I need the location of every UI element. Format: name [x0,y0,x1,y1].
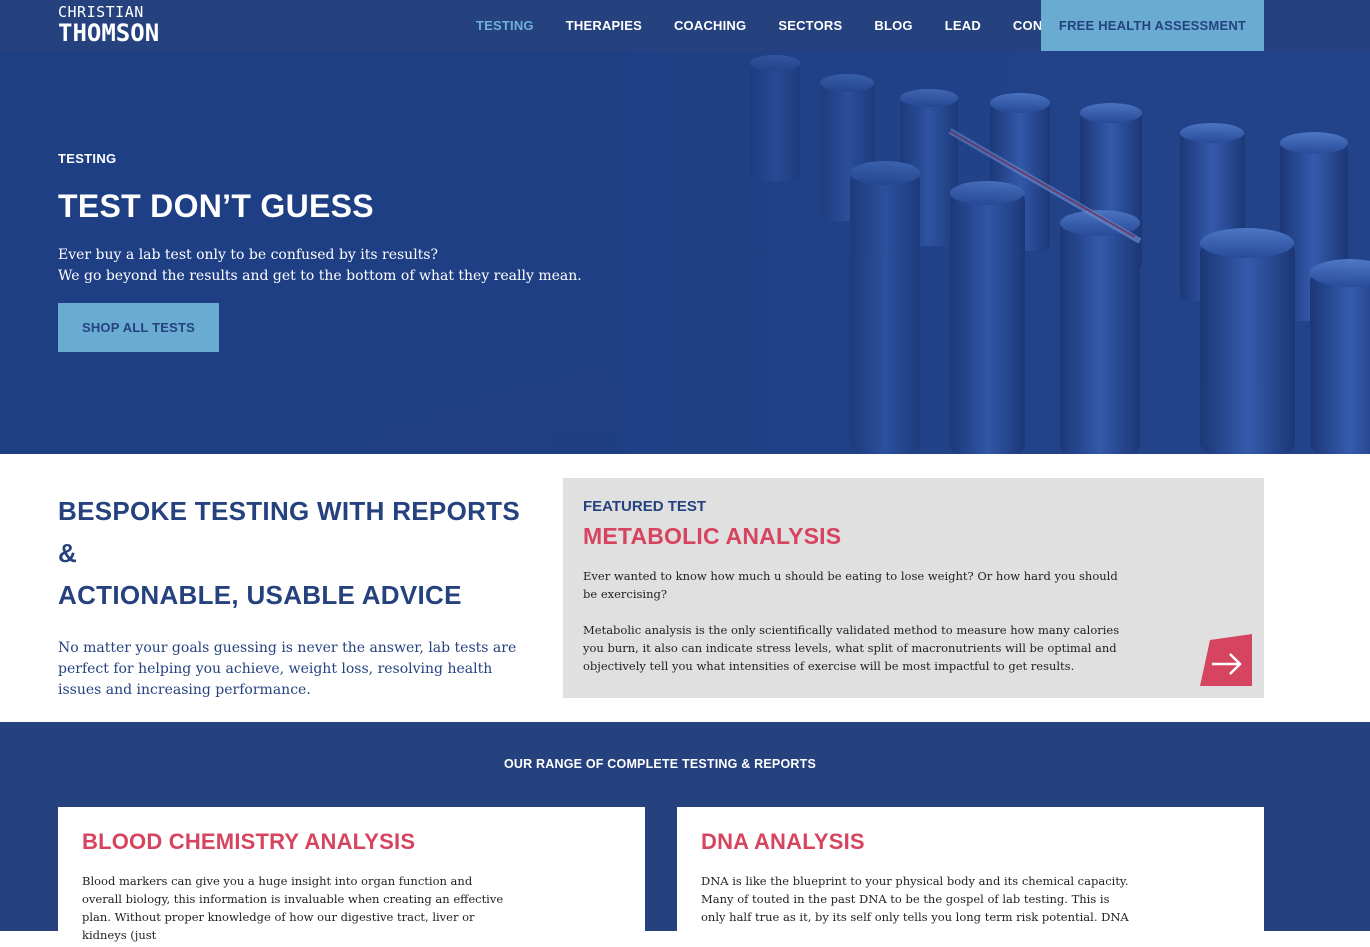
card-title[interactable]: BLOOD CHEMISTRY ANALYSIS [82,829,415,855]
arrow-right-icon[interactable] [1200,634,1252,686]
featured-test-card: FEATURED TEST METABOLIC ANALYSIS Ever wa… [563,478,1264,698]
hero-content: TESTING TEST DON’T GUESS Ever buy a lab … [58,151,582,287]
main-nav: TESTING THERAPIES COACHING SECTORS BLOG … [460,0,1093,51]
card-text: DNA is like the blueprint to your physic… [701,874,1129,924]
card-text: Blood markers can give you a huge insigh… [82,874,504,942]
hero-banner: TESTING TEST DON’T GUESS Ever buy a lab … [0,51,1370,454]
testing-range-section: OUR RANGE OF COMPLETE TESTING & REPORTS … [0,722,1370,947]
featured-title[interactable]: METABOLIC ANALYSIS [583,523,841,550]
featured-paragraph-2: Metabolic analysis is the only scientifi… [583,623,1120,673]
nav-item-testing[interactable]: TESTING [476,18,534,33]
free-health-assessment-button[interactable]: FREE HEALTH ASSESSMENT [1041,0,1264,51]
brand-first-name: CHRISTIAN [58,3,144,21]
nav-item-therapies[interactable]: THERAPIES [566,18,642,33]
intro-section: BESPOKE TESTING WITH REPORTS & ACTIONABL… [58,490,528,701]
hero-title: TEST DON’T GUESS [58,188,374,224]
intro-text: No matter your goals guessing is never t… [58,640,517,698]
featured-description: Ever wanted to know how much u should be… [583,567,1123,693]
intro-title: BESPOKE TESTING WITH REPORTS & ACTIONABL… [58,490,528,616]
range-section-title: OUR RANGE OF COMPLETE TESTING & REPORTS [504,757,816,771]
nav-item-lead[interactable]: LEAD [945,18,981,33]
brand-last-name: THOMSON [58,19,160,47]
intro-title-line-1: BESPOKE TESTING WITH REPORTS & [58,496,520,568]
hero-eyebrow: TESTING [58,151,117,166]
featured-paragraph-1: Ever wanted to know how much u should be… [583,569,1118,601]
shop-all-tests-button[interactable]: SHOP ALL TESTS [58,303,219,352]
site-header: CHRISTIAN THOMSON TESTING THERAPIES COAC… [0,0,1370,51]
card-title[interactable]: DNA ANALYSIS [701,829,865,855]
brand-logo[interactable]: CHRISTIAN THOMSON [58,4,159,46]
hero-subtitle-line-2: We go beyond the results and get to the … [58,268,582,284]
nav-item-sectors[interactable]: SECTORS [778,18,842,33]
nav-item-coaching[interactable]: COACHING [674,18,746,33]
hero-subtitle-line-1: Ever buy a lab test only to be confused … [58,247,438,263]
nav-item-blog[interactable]: BLOG [874,18,912,33]
intro-title-line-2: ACTIONABLE, USABLE ADVICE [58,580,462,610]
test-card-dna[interactable]: DNA ANALYSIS DNA is like the blueprint t… [677,807,1264,947]
hero-subtitle: Ever buy a lab test only to be confused … [58,245,582,287]
featured-eyebrow: FEATURED TEST [583,498,707,515]
test-card-blood-chemistry[interactable]: BLOOD CHEMISTRY ANALYSIS Blood markers c… [58,807,645,947]
